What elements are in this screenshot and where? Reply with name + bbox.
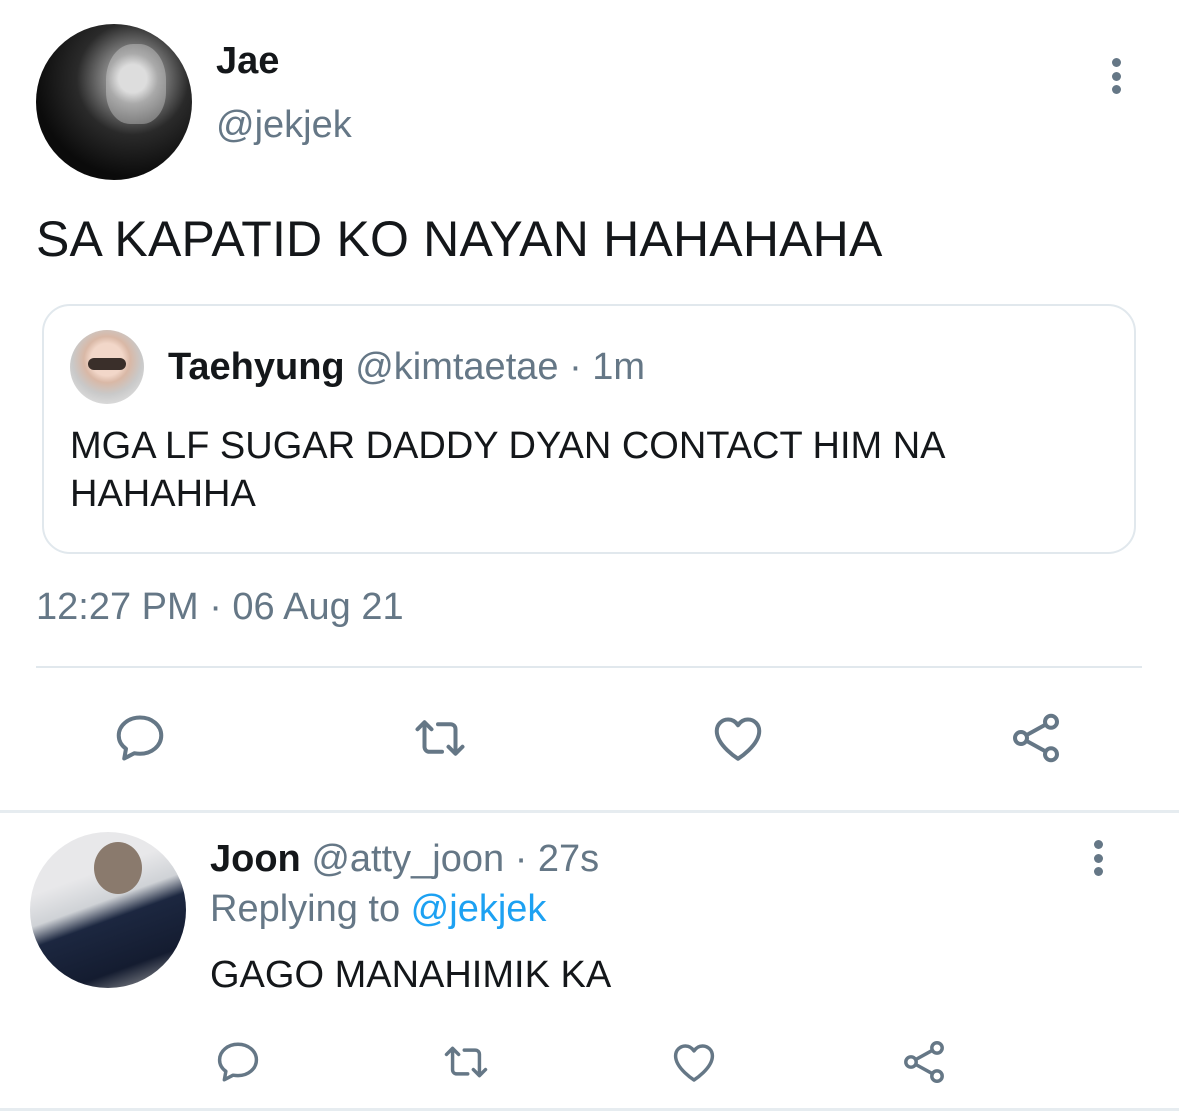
replying-handle-link[interactable]: @jekjek [411,888,547,930]
bottom-separator [0,1108,1179,1111]
replying-to: Replying to @jekjek [210,888,546,931]
divider [36,666,1142,668]
reply-icon [116,715,164,761]
like-icon [714,717,762,761]
share-button[interactable] [1004,706,1068,770]
reply-more-options-button[interactable] [1078,838,1118,878]
quoted-tweet-text: MGA LF SUGAR DADDY DYAN CONTACT HIM NA H… [70,425,944,515]
quoted-author-name: Taehyung [168,346,345,388]
retweet-icon [444,1046,488,1078]
retweet-button[interactable] [408,706,472,770]
more-options-button[interactable] [1096,56,1136,96]
quoted-author-meta: @kimtaetae · 1m [344,346,646,388]
tweet-text: SA KAPATID KO NAYAN HAHAHAHA [36,211,883,267]
more-dot-icon [1093,867,1103,876]
quoted-header: Taehyung @kimtaetae · 1m [168,346,645,389]
reply-author-name[interactable]: Joon [210,838,301,880]
reply-icon [217,1042,259,1082]
share-icon [904,1040,944,1084]
replying-prefix: Replying to [210,888,411,930]
reply-share-button[interactable] [892,1030,956,1094]
reply-reply-button[interactable] [206,1030,270,1094]
like-button[interactable] [706,706,770,770]
author-handle[interactable]: @jekjek [216,104,352,147]
retweet-icon [415,720,465,756]
reply-text: GAGO MANAHIMIK KA [210,954,612,996]
author-avatar[interactable] [36,24,192,180]
reply-button[interactable] [108,706,172,770]
reply-header: Joon @atty_joon · 27s [210,838,599,881]
reply-like-button[interactable] [662,1030,726,1094]
more-dot-icon [1111,71,1121,81]
share-icon [1012,713,1060,763]
quoted-author-avatar [70,330,144,404]
quoted-tweet-card[interactable]: Taehyung @kimtaetae · 1m MGA LF SUGAR DA… [42,304,1136,554]
reply-author-meta: @atty_joon · 27s [300,838,600,880]
more-dot-icon [1093,853,1103,863]
more-dot-icon [1093,840,1103,849]
section-separator [0,810,1179,813]
reply-author-avatar[interactable] [30,832,186,988]
more-dot-icon [1111,58,1121,67]
more-dot-icon [1111,85,1121,94]
reply-retweet-button[interactable] [434,1030,498,1094]
like-icon [673,1044,715,1082]
author-name[interactable]: Jae [216,40,279,83]
tweet-timestamp: 12:27 PM · 06 Aug 21 [36,586,404,628]
